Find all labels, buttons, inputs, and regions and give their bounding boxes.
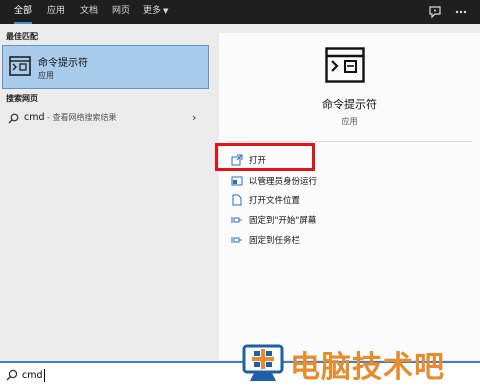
pin-icon	[231, 217, 242, 223]
action-pin-to-taskbar-label: 固定到任务栏	[249, 236, 301, 246]
divider	[227, 141, 472, 142]
preview-pane: 命令提示符 应用 打开 以管理员身份运行 打开文件位置 固定到"开始"屏幕 固定…	[219, 33, 480, 360]
file-icon	[232, 194, 242, 206]
feedback-icon[interactable]	[428, 5, 442, 19]
tab-more[interactable]: 更多 ▼	[143, 0, 168, 24]
pin-icon	[231, 237, 242, 243]
search-icon	[8, 113, 19, 124]
tab-all[interactable]: 全部	[14, 0, 33, 24]
best-match-title: 命令提示符	[38, 58, 88, 69]
preview-subtitle: 应用	[341, 117, 358, 126]
best-match-subtitle: 应用	[38, 71, 54, 80]
search-input[interactable]	[22, 368, 222, 382]
action-pin-to-taskbar[interactable]: 固定到任务栏	[231, 232, 431, 248]
action-run-as-admin[interactable]: 以管理员身份运行	[231, 173, 431, 189]
best-match-heading: 最佳匹配	[6, 32, 38, 41]
search-scope-bar: 全部 应用 文档 网页 更多 ▼	[0, 0, 480, 24]
shield-icon	[231, 176, 243, 186]
more-options-icon[interactable]	[454, 5, 468, 19]
action-run-as-admin-label: 以管理员身份运行	[249, 177, 318, 187]
chevron-down-icon: ▼	[163, 7, 169, 15]
best-match-result[interactable]: 命令提示符 应用	[2, 45, 209, 89]
cmd-window-icon	[9, 56, 31, 76]
search-icon	[6, 369, 18, 381]
action-open-file-location[interactable]: 打开文件位置	[231, 192, 431, 208]
action-pin-to-start[interactable]: 固定到"开始"屏幕	[231, 212, 431, 228]
web-search-result[interactable]: cmd - 查看网络搜索结果 ›	[0, 108, 219, 130]
tab-web[interactable]: 网页	[112, 0, 130, 24]
web-search-heading: 搜索网页	[6, 94, 38, 103]
web-query: cmd	[24, 112, 45, 123]
chevron-right-icon[interactable]: ›	[192, 111, 196, 124]
action-open-file-location-label: 打开文件位置	[249, 196, 301, 206]
highlight-annotation-box	[215, 143, 315, 171]
cmd-app-large-icon	[325, 47, 365, 83]
tab-more-label: 更多	[143, 6, 162, 16]
preview-title: 命令提示符	[322, 98, 377, 111]
watermark: 电脑技术吧	[232, 340, 480, 388]
computer-logo-icon	[242, 344, 284, 381]
results-pane: 最佳匹配 命令提示符 应用 搜索网页 cmd - 查看网络搜索结果 ›	[0, 24, 219, 360]
tab-documents[interactable]: 文档	[80, 0, 98, 24]
web-query-hint: - 查看网络搜索结果	[44, 113, 117, 122]
action-pin-to-start-label: 固定到"开始"屏幕	[249, 216, 317, 226]
watermark-text: 电脑技术吧	[290, 350, 445, 385]
text-cursor	[44, 369, 45, 382]
tab-apps[interactable]: 应用	[47, 0, 65, 24]
